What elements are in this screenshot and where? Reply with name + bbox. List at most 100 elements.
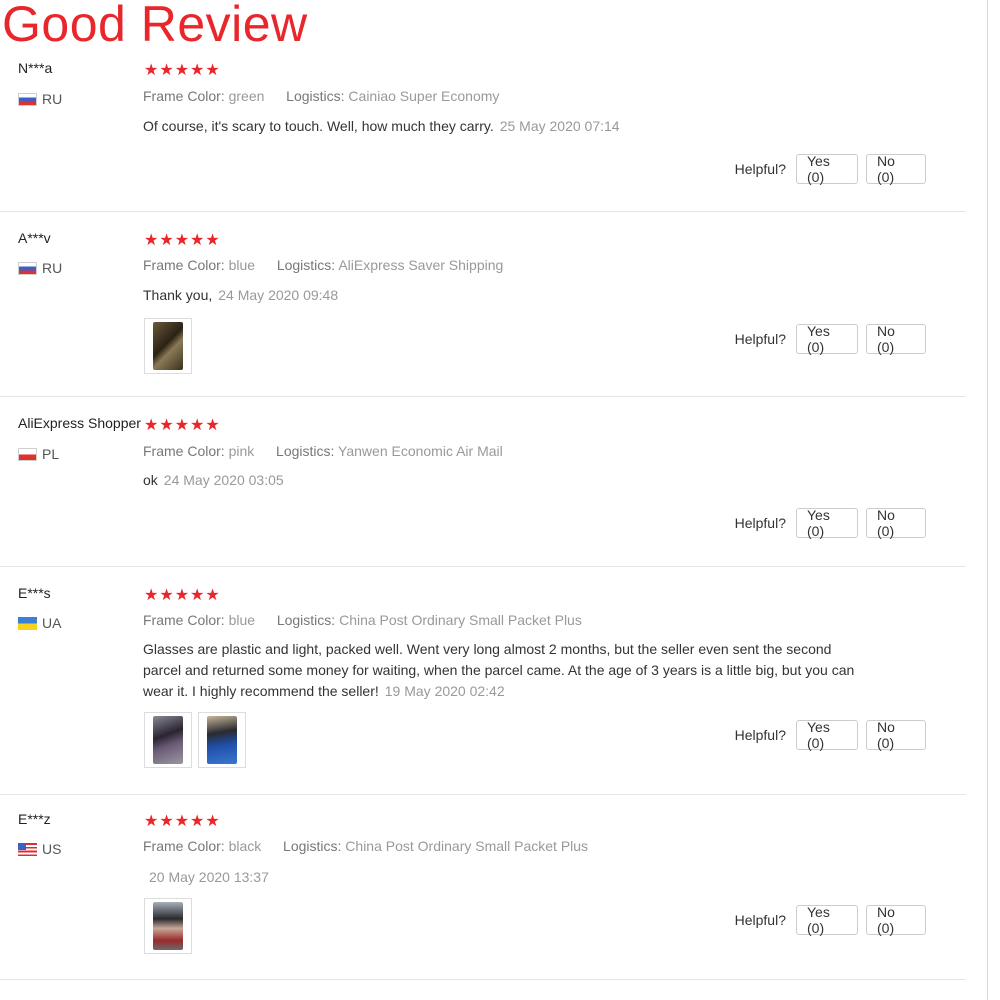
review-text: Thank you, 24 May 2020 09:48: [143, 285, 873, 306]
logistics-value: Yanwen Economic Air Mail: [338, 443, 503, 459]
country-code: RU: [42, 260, 63, 276]
review-text: 20 May 2020 13:37: [143, 867, 873, 888]
logistics-value: AliExpress Saver Shipping: [338, 257, 504, 273]
usa-flag-icon: [18, 842, 37, 856]
frame-color-value: blue: [228, 612, 256, 628]
review-text: ok 24 May 2020 03:05: [143, 470, 873, 491]
helpful-no-button[interactable]: No (0): [866, 153, 926, 185]
country-code: US: [42, 841, 62, 857]
review-date: 25 May 2020 07:14: [499, 118, 620, 134]
country-code: RU: [42, 91, 63, 107]
review-body: Of course, it's scary to touch. Well, ho…: [143, 118, 494, 134]
review-photos: [144, 712, 246, 768]
helpful-yes-button[interactable]: Yes (0): [796, 904, 858, 936]
review-date: 24 May 2020 03:05: [163, 472, 284, 488]
review-attributes: Frame Color: blue Logistics: China Post …: [143, 612, 582, 628]
photo-image: [153, 902, 183, 950]
reviewer-country: RU: [18, 91, 62, 107]
helpful-yes-button[interactable]: Yes (0): [796, 719, 858, 751]
photo-image: [153, 322, 183, 370]
review-date: 19 May 2020 02:42: [384, 683, 505, 699]
reviewer-country: UA: [18, 615, 61, 631]
helpful-label: Helpful?: [734, 727, 786, 743]
photo-image: [207, 716, 237, 764]
review-attributes: Frame Color: pink Logistics: Yanwen Econ…: [143, 443, 503, 459]
frame-color-label: Frame Color:: [143, 257, 225, 273]
helpful-label: Helpful?: [734, 331, 786, 347]
review-date: 24 May 2020 09:48: [218, 287, 339, 303]
ukraine-flag-icon: [18, 616, 37, 630]
review-photo-thumbnail[interactable]: [144, 712, 192, 768]
rating-stars: ★★★★★: [144, 417, 221, 434]
frame-color-value: green: [228, 88, 265, 104]
helpful-label: Helpful?: [734, 912, 786, 928]
reviewer-country: US: [18, 841, 61, 857]
review-photos: [144, 898, 192, 954]
helpful-controls: Helpful? Yes (0) No (0): [734, 904, 926, 936]
rating-stars: ★★★★★: [144, 813, 221, 830]
helpful-yes-button[interactable]: Yes (0): [796, 507, 858, 539]
logistics-value: China Post Ordinary Small Packet Plus: [345, 838, 589, 854]
logistics-label: Logistics:: [276, 612, 336, 628]
reviewer-country: RU: [18, 260, 62, 276]
country-code: UA: [42, 615, 62, 631]
country-code: PL: [42, 446, 60, 462]
reviewer-name: A***v: [18, 230, 51, 246]
review-body: Thank you,: [143, 287, 213, 303]
reviewer-country: PL: [18, 446, 59, 462]
russia-flag-icon: [18, 92, 37, 106]
logistics-label: Logistics:: [276, 257, 336, 273]
review-date: 20 May 2020 13:37: [149, 869, 269, 885]
page-title: Good Review: [2, 0, 308, 52]
review-attributes: Frame Color: blue Logistics: AliExpress …: [143, 257, 503, 273]
frame-color-value: black: [228, 838, 262, 854]
helpful-controls: Helpful? Yes (0) No (0): [734, 719, 926, 751]
logistics-label: Logistics:: [283, 838, 342, 854]
helpful-controls: Helpful? Yes (0) No (0): [734, 153, 926, 185]
helpful-controls: Helpful? Yes (0) No (0): [734, 323, 926, 355]
reviewer-name: AliExpress Shopper: [18, 415, 141, 431]
helpful-no-button[interactable]: No (0): [866, 719, 926, 751]
review-photo-thumbnail[interactable]: [198, 712, 246, 768]
review-text: Of course, it's scary to touch. Well, ho…: [143, 116, 873, 137]
helpful-yes-button[interactable]: Yes (0): [796, 323, 858, 355]
helpful-label: Helpful?: [734, 515, 786, 531]
review-attributes: Frame Color: green Logistics: Cainiao Su…: [143, 88, 499, 104]
reviewer-name: E***s: [18, 585, 51, 601]
russia-flag-icon: [18, 261, 37, 275]
frame-color-label: Frame Color:: [143, 838, 225, 854]
rating-stars: ★★★★★: [144, 232, 221, 249]
helpful-yes-button[interactable]: Yes (0): [796, 153, 858, 185]
review-divider: [0, 211, 966, 212]
logistics-label: Logistics:: [286, 88, 345, 104]
helpful-controls: Helpful? Yes (0) No (0): [734, 507, 926, 539]
helpful-no-button[interactable]: No (0): [866, 323, 926, 355]
logistics-value: Cainiao Super Economy: [348, 88, 500, 104]
helpful-label: Helpful?: [734, 161, 786, 177]
helpful-no-button[interactable]: No (0): [866, 507, 926, 539]
frame-color-label: Frame Color:: [143, 612, 225, 628]
review-divider: [0, 979, 966, 980]
rating-stars: ★★★★★: [144, 62, 221, 79]
review-photos: [144, 318, 192, 374]
photo-image: [153, 716, 183, 764]
review-text: Glasses are plastic and light, packed we…: [143, 639, 863, 702]
review-divider: [0, 794, 966, 795]
page-border: [987, 0, 988, 1000]
review-photo-thumbnail[interactable]: [144, 318, 192, 374]
reviewer-name: E***z: [18, 811, 51, 827]
frame-color-label: Frame Color:: [143, 88, 225, 104]
rating-stars: ★★★★★: [144, 587, 221, 604]
frame-color-label: Frame Color:: [143, 443, 225, 459]
poland-flag-icon: [18, 447, 37, 461]
logistics-label: Logistics:: [276, 443, 335, 459]
reviewer-name: N***a: [18, 60, 53, 76]
review-photo-thumbnail[interactable]: [144, 898, 192, 954]
review-attributes: Frame Color: black Logistics: China Post…: [143, 838, 588, 854]
frame-color-value: pink: [228, 443, 255, 459]
review-divider: [0, 566, 966, 567]
helpful-no-button[interactable]: No (0): [866, 904, 926, 936]
frame-color-value: blue: [228, 257, 256, 273]
review-body: ok: [143, 472, 158, 488]
logistics-value: China Post Ordinary Small Packet Plus: [339, 612, 582, 628]
